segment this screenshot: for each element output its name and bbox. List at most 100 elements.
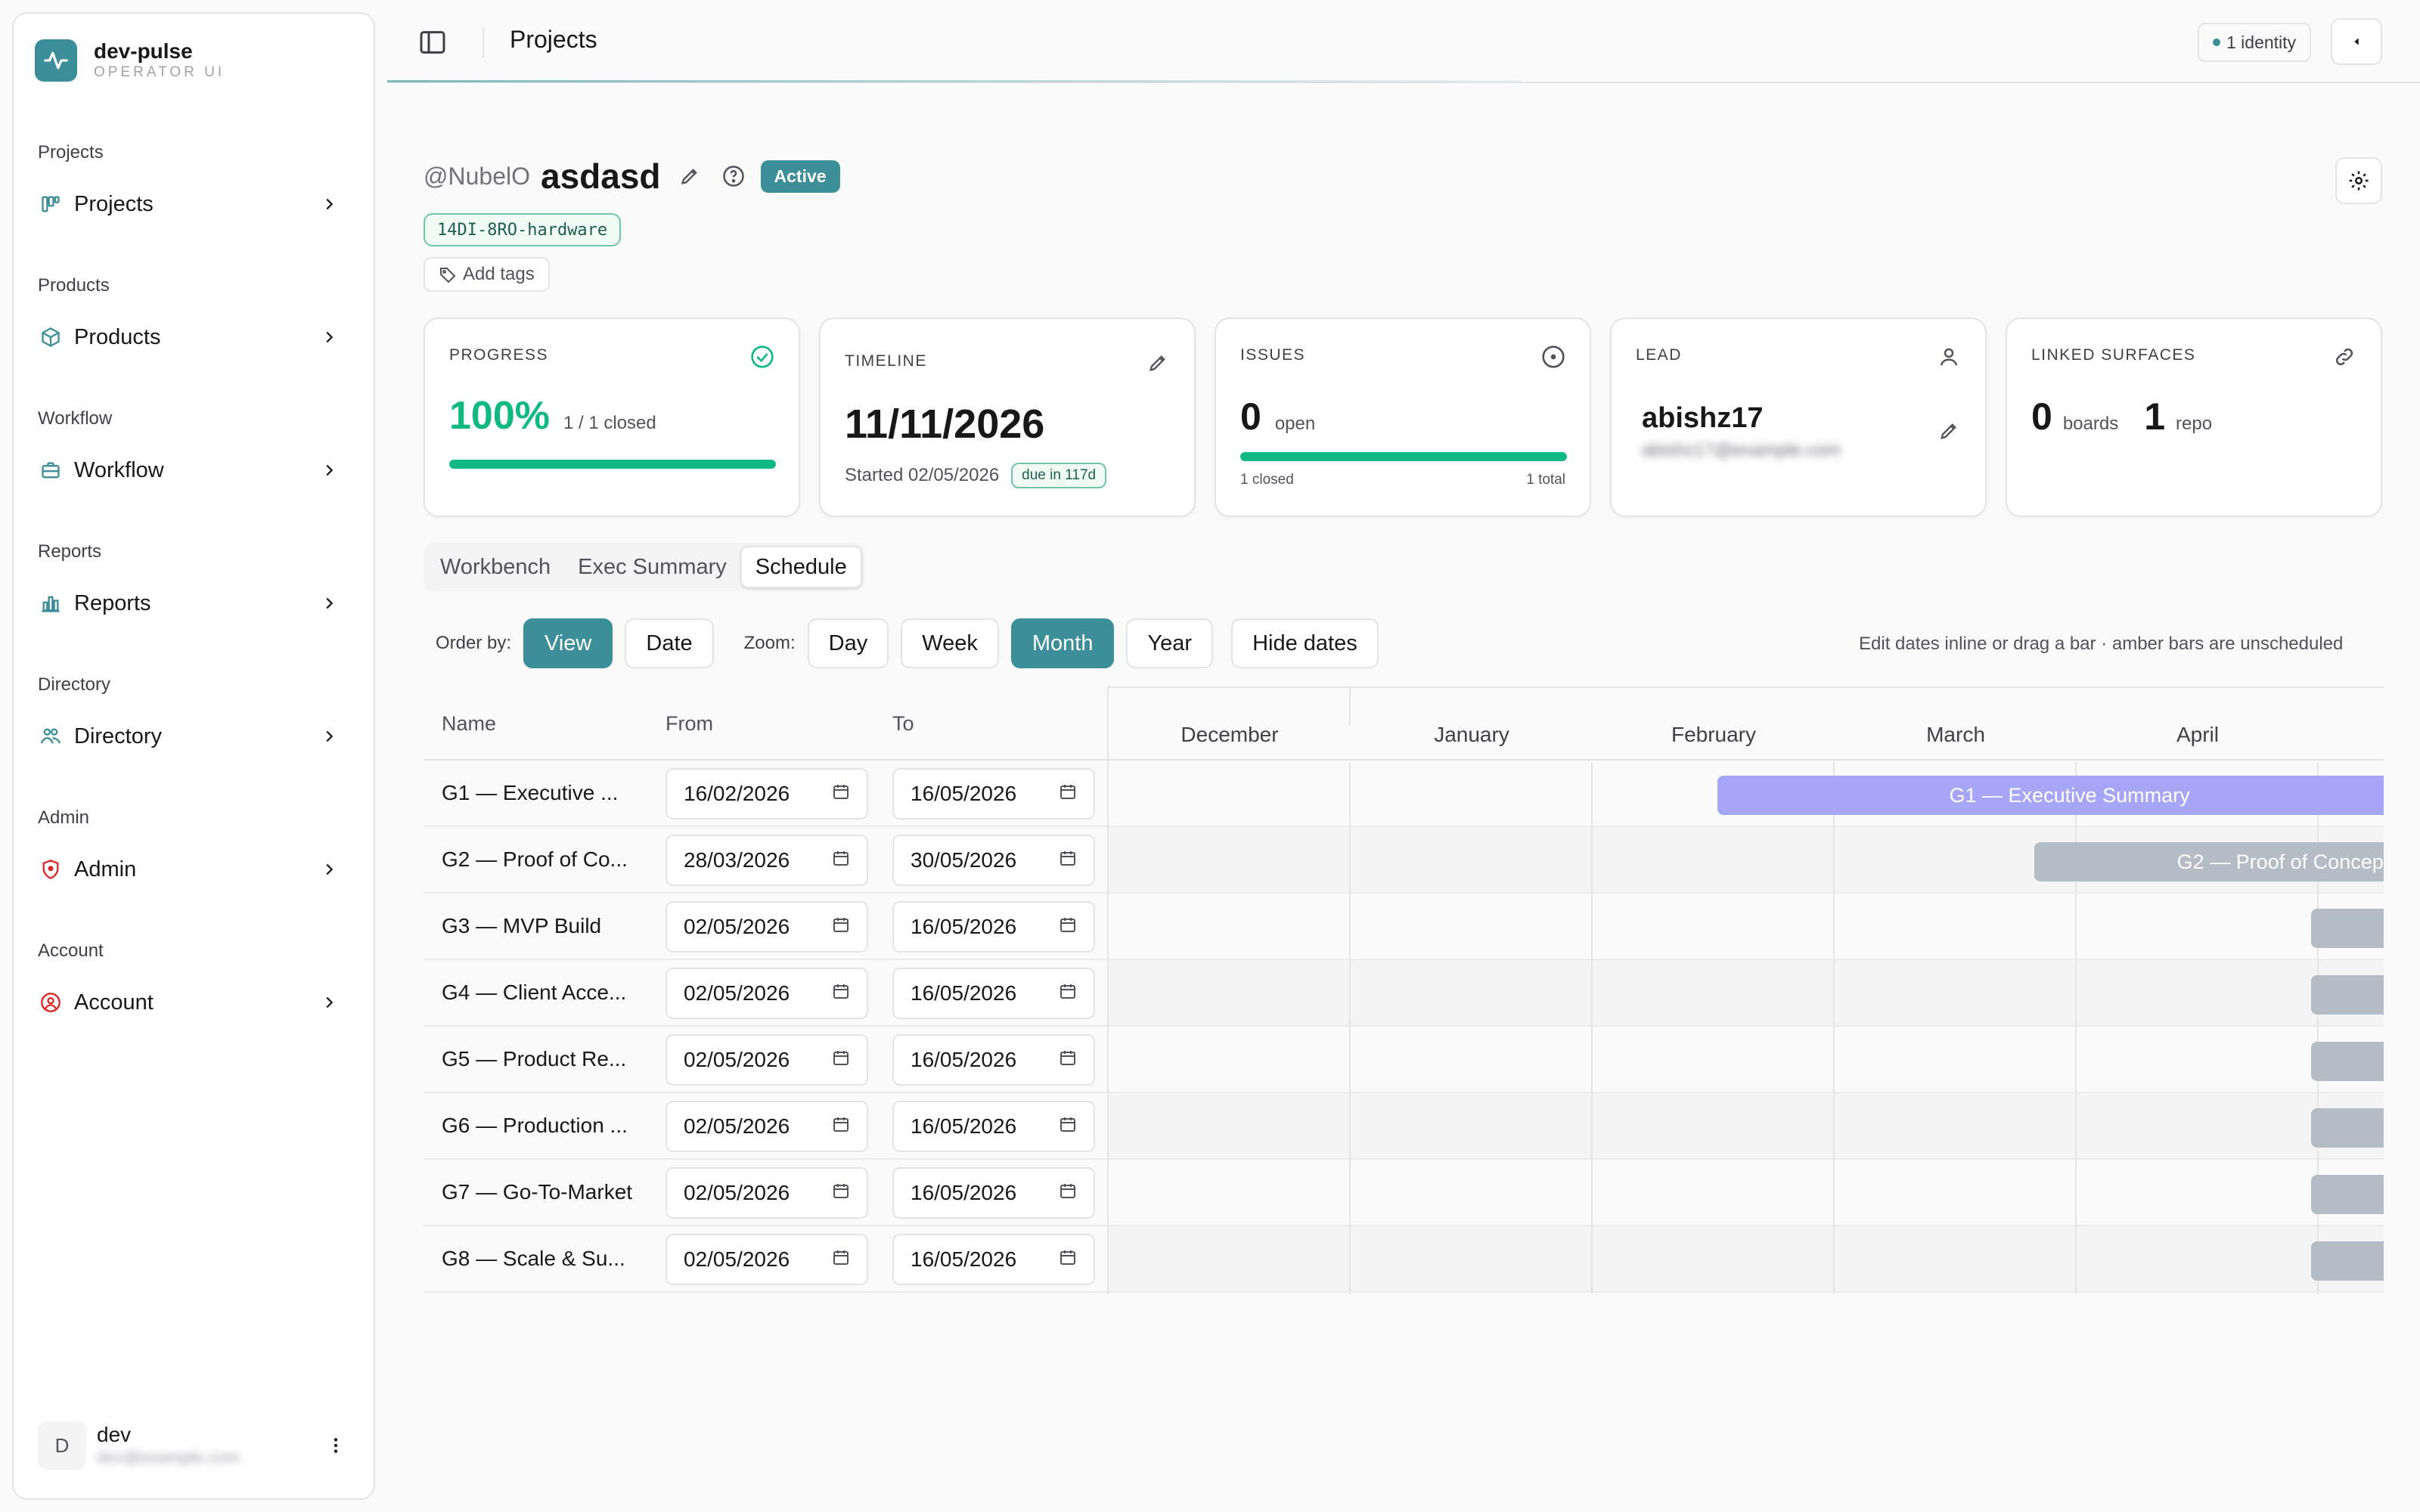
tab-schedule[interactable]: Schedule: [740, 546, 862, 588]
to-date-input[interactable]: 16/05/2026: [892, 1034, 1095, 1086]
from-date-input[interactable]: 16/02/2026: [666, 768, 868, 820]
gantt-bar[interactable]: [2310, 1042, 2384, 1081]
tab-exec-summary[interactable]: Exec Summary: [564, 546, 740, 588]
status-dot-icon: [2213, 39, 2220, 46]
nav-group-account: Account Account: [38, 939, 363, 1022]
identity-badge[interactable]: 1 identity: [2198, 23, 2312, 62]
calendar-icon[interactable]: [832, 1181, 850, 1205]
sidebar-item-label: Admin: [74, 857, 137, 881]
gantt-bar[interactable]: G2 — Proof of Concept: [2034, 842, 2384, 881]
issues-closed: 1 closed: [1240, 472, 1294, 488]
to-date-input[interactable]: 16/05/2026: [892, 968, 1095, 1019]
hide-dates-button[interactable]: Hide dates: [1231, 618, 1379, 668]
to-date-value: 16/05/2026: [911, 981, 1017, 1005]
zoom-week-button[interactable]: Week: [901, 618, 999, 668]
from-date-input[interactable]: 02/05/2026: [666, 1167, 868, 1219]
month-gridline: [1591, 762, 1593, 1294]
lead-card: LEAD abishz17 abishz17@example.com: [1610, 318, 1987, 517]
calendar-icon[interactable]: [1059, 1048, 1077, 1072]
calendar-icon[interactable]: [832, 1048, 850, 1072]
to-date-value: 16/05/2026: [911, 1247, 1017, 1271]
calendar-icon[interactable]: [1059, 1114, 1077, 1139]
row-name[interactable]: G1 — Executive ...: [442, 761, 646, 826]
to-date-input[interactable]: 16/05/2026: [892, 1101, 1095, 1152]
sidebar-item-reports[interactable]: Reports: [38, 584, 363, 623]
order-date-button[interactable]: Date: [625, 618, 714, 668]
to-date-input[interactable]: 30/05/2026: [892, 835, 1095, 886]
gantt-bar[interactable]: [2310, 975, 2384, 1015]
calendar-icon[interactable]: [1059, 1247, 1077, 1272]
calendar-icon[interactable]: [832, 782, 850, 806]
sidebar-item-label: Projects: [74, 191, 154, 216]
to-date-input[interactable]: 16/05/2026: [892, 768, 1095, 820]
row-name[interactable]: G5 — Product Re...: [442, 1027, 646, 1092]
zoom-month-button[interactable]: Month: [1010, 618, 1115, 668]
user-menu[interactable]: D dev dev@example.com: [38, 1415, 363, 1476]
sidebar-item-workflow[interactable]: Workflow: [38, 451, 363, 490]
calendar-icon[interactable]: [832, 981, 850, 1005]
sidebar-item-label: Reports: [74, 590, 151, 615]
row-name[interactable]: G3 — MVP Build: [442, 894, 646, 959]
calendar-icon[interactable]: [832, 1114, 850, 1139]
more-vertical-icon[interactable]: [321, 1430, 351, 1461]
row-name[interactable]: G7 — Go-To-Market: [442, 1160, 646, 1225]
gantt-bar[interactable]: [2310, 909, 2384, 948]
from-date-input[interactable]: 02/05/2026: [666, 1234, 868, 1285]
from-date-input[interactable]: 02/05/2026: [666, 1034, 868, 1086]
order-view-button[interactable]: View: [523, 618, 613, 668]
briefcase-icon: [38, 457, 64, 483]
edit-lead-icon[interactable]: [1935, 417, 1962, 445]
from-date-input[interactable]: 02/05/2026: [666, 968, 868, 1019]
to-date-input[interactable]: 16/05/2026: [892, 901, 1095, 953]
nav-group-label: Directory: [38, 674, 111, 695]
from-date-input[interactable]: 02/05/2026: [666, 1101, 868, 1152]
calendar-icon[interactable]: [1059, 915, 1077, 939]
tab-workbench[interactable]: Workbench: [427, 546, 564, 588]
gantt-bar[interactable]: [2310, 1175, 2384, 1214]
help-icon[interactable]: [718, 161, 749, 191]
calendar-icon[interactable]: [1059, 1181, 1077, 1205]
edit-name-icon[interactable]: [675, 161, 705, 191]
project-settings-button[interactable]: [2335, 157, 2382, 204]
caret-left-icon: [2354, 38, 2359, 45]
gantt-bar[interactable]: [2310, 1241, 2384, 1281]
nav-group-admin: Admin Admin: [38, 806, 363, 889]
column-header-name: Name: [442, 712, 497, 735]
gantt-bar[interactable]: [2310, 1108, 2384, 1148]
progress-card: PROGRESS 100% 1 / 1 closed: [424, 318, 800, 517]
from-date-input[interactable]: 02/05/2026: [666, 901, 868, 953]
zoom-year-button[interactable]: Year: [1126, 618, 1214, 668]
sidebar-item-products[interactable]: Products: [38, 318, 363, 357]
sidebar-item-label: Account: [74, 990, 154, 1015]
row-name[interactable]: G8 — Scale & Su...: [442, 1226, 646, 1291]
row-name[interactable]: G4 — Client Acce...: [442, 960, 646, 1025]
calendar-icon[interactable]: [1059, 782, 1077, 806]
sidebar-item-account[interactable]: Account: [38, 983, 363, 1022]
progress-value: 100%: [449, 394, 550, 438]
sidebar-item-projects[interactable]: Projects: [38, 184, 363, 224]
boards-count: 0: [2031, 395, 2052, 438]
sidebar-toggle-icon[interactable]: [417, 27, 448, 57]
edit-timeline-icon[interactable]: [1144, 349, 1171, 376]
sidebar-item-admin[interactable]: Admin: [38, 850, 363, 889]
calendar-icon[interactable]: [832, 915, 850, 939]
calendar-icon[interactable]: [832, 1247, 850, 1272]
collapse-panel-button[interactable]: [2331, 18, 2382, 65]
project-owner[interactable]: @NubelO: [424, 163, 530, 191]
timeline-card: TIMELINE 11/11/2026 Started 02/05/2026 d…: [819, 318, 1196, 517]
from-date-input[interactable]: 28/03/2026: [666, 835, 868, 886]
calendar-icon[interactable]: [1059, 981, 1077, 1005]
package-icon: [38, 324, 64, 350]
gantt-bar[interactable]: G1 — Executive Summary: [1717, 776, 2384, 815]
calendar-icon[interactable]: [1059, 848, 1077, 872]
to-date-input[interactable]: 16/05/2026: [892, 1167, 1095, 1219]
brand[interactable]: dev-pulse OPERATOR UI: [35, 39, 225, 82]
sidebar-item-directory[interactable]: Directory: [38, 717, 363, 756]
topbar-divider: [482, 27, 484, 57]
row-name[interactable]: G6 — Production ...: [442, 1093, 646, 1158]
add-tags-button[interactable]: Add tags: [424, 257, 550, 292]
calendar-icon[interactable]: [832, 848, 850, 872]
zoom-day-button[interactable]: Day: [807, 618, 889, 668]
row-name[interactable]: G2 — Proof of Co...: [442, 827, 646, 892]
to-date-input[interactable]: 16/05/2026: [892, 1234, 1095, 1285]
